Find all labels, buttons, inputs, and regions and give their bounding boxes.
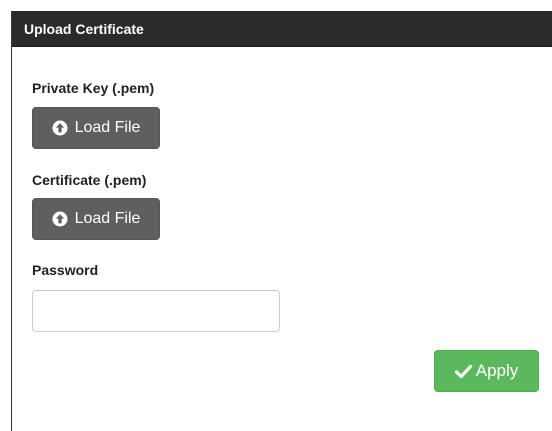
circle-arrow-up-icon (52, 120, 68, 136)
certificate-load-button-label: Load File (74, 210, 141, 227)
private-key-load-button-label: Load File (74, 119, 141, 136)
certificate-load-button[interactable]: Load File (32, 198, 160, 240)
private-key-label: Private Key (.pem) (32, 80, 155, 96)
password-input[interactable] (32, 290, 280, 332)
upload-certificate-panel: Upload Certificate Private Key (.pem) Lo… (11, 11, 552, 431)
apply-button[interactable]: Apply (434, 350, 539, 392)
panel-header: Upload Certificate (12, 11, 552, 47)
private-key-load-button[interactable]: Load File (32, 107, 160, 149)
certificate-label: Certificate (.pem) (32, 172, 147, 188)
circle-arrow-up-icon (52, 211, 68, 227)
password-label: Password (32, 262, 99, 278)
apply-button-label: Apply (475, 361, 519, 380)
panel-title: Upload Certificate (24, 21, 144, 37)
checkmark-icon (454, 364, 472, 379)
